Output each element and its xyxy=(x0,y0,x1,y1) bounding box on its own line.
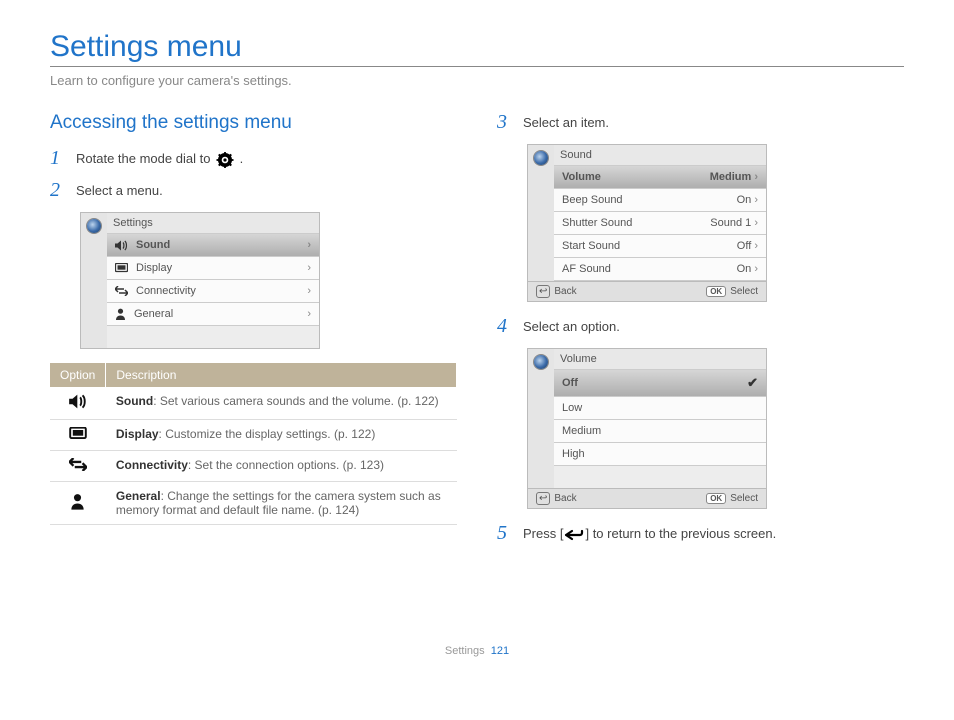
step-1-text-tail: . xyxy=(240,151,244,166)
ok-icon: OK xyxy=(706,493,726,504)
footer-section: Settings xyxy=(445,645,485,657)
general-icon xyxy=(70,493,85,510)
step-5-text-b: ] to return to the previous screen. xyxy=(585,526,776,541)
back-arrow-icon: ↩ xyxy=(536,492,550,505)
chevron-right-icon: › xyxy=(754,240,758,252)
return-arrow-icon xyxy=(563,528,585,542)
lens-icon xyxy=(534,151,548,165)
connectivity-icon xyxy=(115,286,128,296)
volume-panel-title: Volume xyxy=(560,353,597,365)
display-icon xyxy=(115,263,128,273)
right-column: 3 Select an item. Sound Volume Medium › … xyxy=(497,112,904,555)
settings-row-general[interactable]: General › xyxy=(107,303,319,326)
step-2-text: Select a menu. xyxy=(76,180,163,200)
chevron-right-icon: › xyxy=(307,285,311,297)
lens-icon xyxy=(87,219,101,233)
sound-panel: Sound Volume Medium › Beep Sound On › Sh… xyxy=(527,144,767,302)
footer-page-number: 121 xyxy=(491,645,509,657)
step-number: 5 xyxy=(497,523,513,543)
back-label: Back xyxy=(554,493,576,504)
lens-icon xyxy=(534,355,548,369)
mode-dial-gear-icon xyxy=(214,152,236,168)
chevron-right-icon: › xyxy=(754,263,758,275)
left-column: Accessing the settings menu 1 Rotate the… xyxy=(50,112,457,555)
checkmark-icon: ✔ xyxy=(747,375,758,391)
chevron-right-icon: › xyxy=(754,217,758,229)
chevron-right-icon: › xyxy=(754,171,758,183)
volume-panel: Volume Off ✔ Low Medium High ↩ Back OK Sel… xyxy=(527,348,767,509)
page-title: Settings menu xyxy=(50,30,904,67)
settings-row-sound[interactable]: Sound › xyxy=(107,234,319,257)
step-4: 4 Select an option. xyxy=(497,316,904,336)
general-icon xyxy=(115,308,126,320)
sound-row-beep[interactable]: Beep Sound On › xyxy=(554,189,766,212)
settings-row-display[interactable]: Display › xyxy=(107,257,319,280)
step-1-text: Rotate the mode dial to xyxy=(76,151,214,166)
step-number: 4 xyxy=(497,316,513,336)
volume-option-low[interactable]: Low xyxy=(554,397,766,420)
chevron-right-icon: › xyxy=(307,308,311,320)
volume-option-off[interactable]: Off ✔ xyxy=(554,370,766,397)
step-3: 3 Select an item. xyxy=(497,112,904,132)
step-number: 1 xyxy=(50,148,66,168)
chevron-right-icon: › xyxy=(307,239,311,251)
volume-option-high[interactable]: High xyxy=(554,443,766,466)
sound-panel-title: Sound xyxy=(560,149,592,161)
settings-panel: Settings Sound › Display xyxy=(80,212,320,349)
connectivity-icon xyxy=(69,458,87,471)
volume-option-medium[interactable]: Medium xyxy=(554,420,766,443)
section-title: Accessing the settings menu xyxy=(50,112,457,134)
display-icon xyxy=(69,427,87,440)
back-arrow-icon: ↩ xyxy=(536,285,550,298)
select-label: Select xyxy=(730,286,758,297)
page-footer: Settings 121 xyxy=(50,645,904,657)
step-1: 1 Rotate the mode dial to xyxy=(50,148,457,168)
chevron-right-icon: › xyxy=(754,194,758,206)
ok-icon: OK xyxy=(706,286,726,297)
step-2: 2 Select a menu. xyxy=(50,180,457,200)
settings-panel-title: Settings xyxy=(113,217,153,229)
step-3-text: Select an item. xyxy=(523,112,609,132)
th-description: Description xyxy=(106,363,457,387)
th-option: Option xyxy=(50,363,106,387)
chevron-right-icon: › xyxy=(307,262,311,274)
step-5: 5 Press [ ] to return to the previous scr… xyxy=(497,523,904,543)
step-number: 3 xyxy=(497,112,513,132)
sound-icon xyxy=(69,394,87,409)
sound-icon xyxy=(115,240,128,251)
step-number: 2 xyxy=(50,180,66,200)
sound-row-volume[interactable]: Volume Medium › xyxy=(554,166,766,189)
settings-row-connectivity[interactable]: Connectivity › xyxy=(107,280,319,303)
page-subtitle: Learn to configure your camera's setting… xyxy=(50,73,904,88)
step-4-text: Select an option. xyxy=(523,316,620,336)
select-label: Select xyxy=(730,493,758,504)
sound-row-start[interactable]: Start Sound Off › xyxy=(554,235,766,258)
step-5-text-a: Press [ xyxy=(523,526,563,541)
back-label: Back xyxy=(554,286,576,297)
sound-row-shutter[interactable]: Shutter Sound Sound 1 › xyxy=(554,212,766,235)
sound-row-af[interactable]: AF Sound On › xyxy=(554,258,766,281)
description-table: Option Description Sound: Set various ca… xyxy=(50,363,457,525)
